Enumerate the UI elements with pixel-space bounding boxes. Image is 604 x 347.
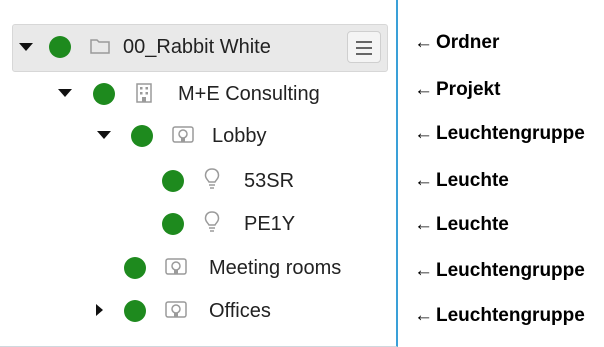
status-dot-green [124,300,146,322]
caret-down-icon[interactable] [58,89,72,97]
status-dot-green [162,213,184,235]
arrow-left-icon: ← [414,170,433,191]
annotation-luminaire: ← Leuchte [414,170,509,200]
arrow-left-icon: ← [414,32,433,53]
arrow-left-icon: ← [414,260,433,281]
caret-down-icon[interactable] [19,43,33,51]
status-dot-green [131,125,153,147]
lightbulb-icon [204,167,220,196]
annotation-label: Leuchtengruppe [436,305,585,326]
tree-item-label: 53SR [244,170,295,192]
annotation-label: Leuchte [436,170,509,191]
lightbulb-icon [204,210,220,239]
building-icon [135,82,153,109]
annotation-project: ← Projekt [414,79,500,109]
arrow-left-icon: ← [414,123,433,144]
annotation-luminaire-group: ← Leuchtengruppe [414,305,585,335]
tree-item-project[interactable]: M+E Consulting [0,73,396,115]
tree-item-luminaire[interactable]: 53SR [0,160,396,202]
annotation-luminaire-group: ← Leuchtengruppe [414,260,585,290]
folder-icon [89,36,111,61]
caret-down-icon[interactable] [97,131,111,139]
status-dot-green [162,170,184,192]
tree-item-label: Offices [209,300,271,322]
luminaire-group-icon [164,257,188,284]
arrow-left-icon: ← [414,305,433,326]
annotation-label: Ordner [436,32,500,53]
tree-item-label: 00_Rabbit White [123,36,271,58]
tree-item-luminaire-group[interactable]: Meeting rooms [0,247,396,289]
tree-panel: 00_Rabbit White M+E Consulting Lobby 53S… [0,0,398,347]
tree-item-luminaire-group[interactable]: Lobby [0,115,396,157]
luminaire-group-icon [164,300,188,327]
luminaire-group-icon [171,125,195,152]
tree-item-luminaire[interactable]: PE1Y [0,203,396,245]
annotation-luminaire-group: ← Leuchtengruppe [414,123,585,153]
tree-item-label: Meeting rooms [209,257,342,279]
arrow-left-icon: ← [414,214,433,235]
status-dot-green [93,83,115,105]
arrow-left-icon: ← [414,79,433,100]
annotation-folder: ← Ordner [414,32,499,62]
tree-item-luminaire-group[interactable]: Offices [0,290,396,332]
tree-item-label: PE1Y [244,213,296,235]
tree-item-folder[interactable]: 00_Rabbit White [12,24,388,72]
tree-item-label: Lobby [212,125,267,147]
status-dot-green [124,257,146,279]
annotation-label: Leuchtengruppe [436,260,585,281]
annotation-label: Leuchtengruppe [436,123,585,144]
annotation-label: Leuchte [436,214,509,235]
annotation-luminaire: ← Leuchte [414,214,509,244]
tree-item-label: M+E Consulting [178,83,320,105]
annotation-label: Projekt [436,79,501,100]
caret-right-icon[interactable] [96,304,103,316]
status-dot-green [49,36,71,58]
hamburger-menu-button[interactable] [347,31,381,63]
